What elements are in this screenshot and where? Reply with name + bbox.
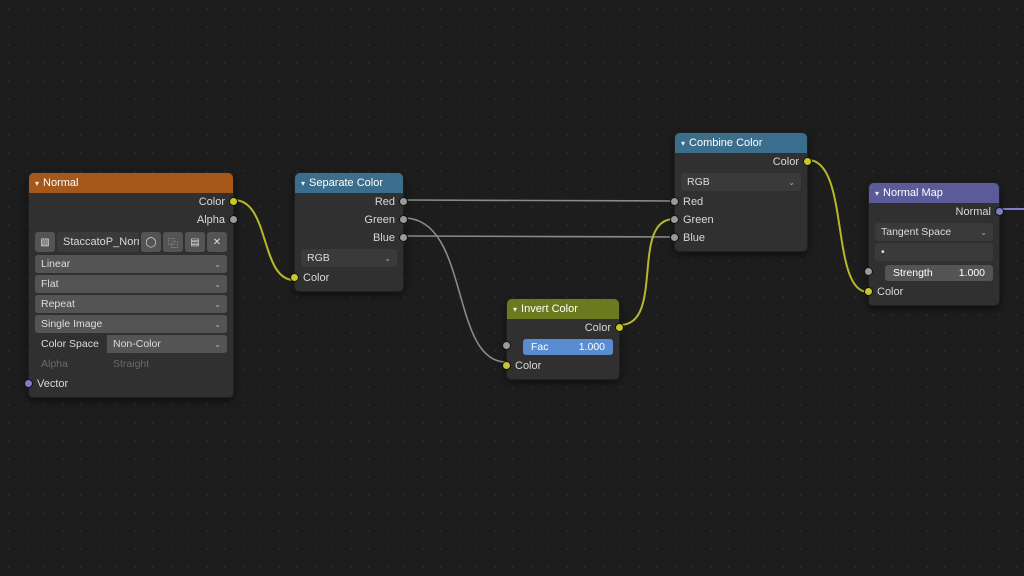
new-image-icon[interactable]: ⿻ — [163, 232, 183, 252]
projection-dropdown[interactable]: Flat⌄ — [35, 275, 227, 293]
output-green[interactable]: Green — [295, 211, 403, 229]
node-header[interactable]: ▾ Normal Map — [869, 183, 999, 203]
socket-out-color[interactable] — [803, 157, 812, 166]
socket-in-fac[interactable] — [502, 341, 511, 350]
fac-slider[interactable]: Fac 1.000 — [523, 339, 613, 355]
chevron-down-icon: ⌄ — [788, 178, 795, 187]
open-image-icon[interactable]: ▤ — [185, 232, 205, 252]
color-space-dropdown[interactable]: Non-Color⌄ — [107, 335, 227, 353]
node-separate-color[interactable]: ▾ Separate Color Red Green Blue RGB⌄ Col… — [294, 172, 404, 292]
chevron-down-icon: ▾ — [301, 179, 305, 188]
socket-out-green[interactable] — [399, 215, 408, 224]
node-header[interactable]: ▾ Separate Color — [295, 173, 403, 193]
mode-dropdown[interactable]: RGB⌄ — [301, 249, 397, 267]
chevron-down-icon: ⌄ — [214, 280, 221, 289]
input-color[interactable]: Color — [507, 357, 619, 375]
socket-out-color[interactable] — [229, 197, 238, 206]
chevron-down-icon: ▾ — [681, 139, 685, 148]
chevron-down-icon: ▾ — [875, 189, 879, 198]
chevron-down-icon: ⌄ — [384, 254, 391, 263]
image-datablock-row: ▧ StaccatoP_Norm... ◯ ⿻ ▤ ✕ — [35, 232, 227, 252]
output-normal[interactable]: Normal — [869, 203, 999, 221]
output-color[interactable]: Color — [675, 153, 807, 171]
socket-in-strength[interactable] — [864, 267, 873, 276]
input-green[interactable]: Green — [675, 211, 807, 229]
output-blue[interactable]: Blue — [295, 229, 403, 247]
node-title: Normal Map — [883, 187, 943, 199]
node-invert-color[interactable]: ▾ Invert Color Color Fac 1.000 Color — [506, 298, 620, 380]
alpha-mode-dropdown: Straight — [107, 355, 227, 373]
socket-in-red[interactable] — [670, 197, 679, 206]
node-image-texture[interactable]: ▾ Normal Color Alpha ▧ StaccatoP_Norm...… — [28, 172, 234, 398]
input-strength[interactable]: Strength 1.000 — [869, 263, 999, 283]
output-color[interactable]: Color — [507, 319, 619, 337]
socket-in-color[interactable] — [864, 287, 873, 296]
source-dropdown[interactable]: Single Image⌄ — [35, 315, 227, 333]
socket-in-blue[interactable] — [670, 233, 679, 242]
socket-out-red[interactable] — [399, 197, 408, 206]
socket-out-normal[interactable] — [995, 207, 1004, 216]
node-header[interactable]: ▾ Invert Color — [507, 299, 619, 319]
socket-in-color[interactable] — [502, 361, 511, 370]
alpha-mode-row: Alpha Straight — [35, 355, 227, 373]
image-name-field[interactable]: StaccatoP_Norm... — [57, 232, 139, 252]
output-red[interactable]: Red — [295, 193, 403, 211]
fake-user-icon[interactable]: ◯ — [141, 232, 161, 252]
node-header[interactable]: ▾ Combine Color — [675, 133, 807, 153]
input-vector[interactable]: Vector — [29, 375, 233, 393]
color-space-row: Color Space Non-Color⌄ — [35, 335, 227, 353]
node-title: Normal — [43, 177, 78, 189]
chevron-down-icon: ⌄ — [214, 340, 221, 349]
input-color[interactable]: Color — [295, 269, 403, 287]
chevron-down-icon: ⌄ — [214, 260, 221, 269]
node-combine-color[interactable]: ▾ Combine Color Color RGB⌄ Red Green Blu… — [674, 132, 808, 252]
input-red[interactable]: Red — [675, 193, 807, 211]
socket-in-color[interactable] — [290, 273, 299, 282]
space-dropdown[interactable]: Tangent Space⌄ — [875, 223, 993, 241]
node-header[interactable]: ▾ Normal — [29, 173, 233, 193]
image-icon[interactable]: ▧ — [35, 232, 55, 252]
node-title: Invert Color — [521, 303, 578, 315]
chevron-down-icon: ▾ — [35, 179, 39, 188]
chevron-down-icon: ⌄ — [214, 320, 221, 329]
strength-slider[interactable]: Strength 1.000 — [885, 265, 993, 281]
socket-out-color[interactable] — [615, 323, 624, 332]
chevron-down-icon: ▾ — [513, 305, 517, 314]
output-color[interactable]: Color — [29, 193, 233, 211]
chevron-down-icon: ⌄ — [980, 228, 987, 237]
input-blue[interactable]: Blue — [675, 229, 807, 247]
socket-in-vector[interactable] — [24, 379, 33, 388]
input-fac[interactable]: Fac 1.000 — [507, 337, 619, 357]
socket-out-alpha[interactable] — [229, 215, 238, 224]
input-color[interactable]: Color — [869, 283, 999, 301]
socket-in-green[interactable] — [670, 215, 679, 224]
output-alpha[interactable]: Alpha — [29, 211, 233, 229]
chevron-down-icon: ⌄ — [214, 300, 221, 309]
node-title: Combine Color — [689, 137, 762, 149]
unlink-icon[interactable]: ✕ — [207, 232, 227, 252]
node-normal-map[interactable]: ▾ Normal Map Normal Tangent Space⌄ • Str… — [868, 182, 1000, 306]
extension-dropdown[interactable]: Repeat⌄ — [35, 295, 227, 313]
mode-dropdown[interactable]: RGB⌄ — [681, 173, 801, 191]
node-title: Separate Color — [309, 177, 383, 189]
socket-out-blue[interactable] — [399, 233, 408, 242]
uvmap-field[interactable]: • — [875, 243, 993, 261]
interpolation-dropdown[interactable]: Linear⌄ — [35, 255, 227, 273]
